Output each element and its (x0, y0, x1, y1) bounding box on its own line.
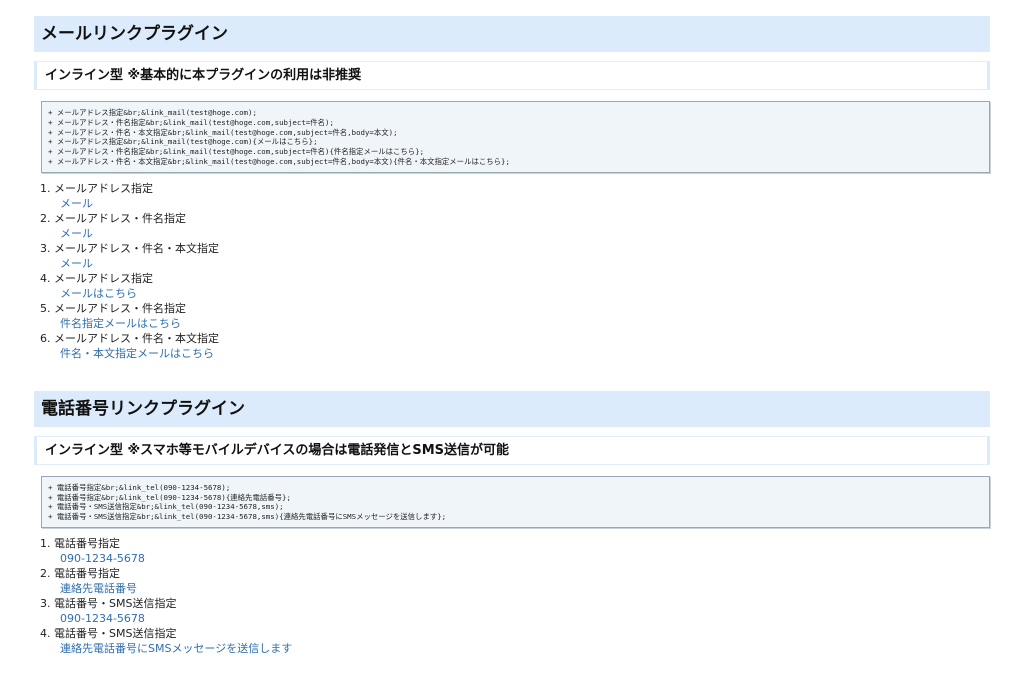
item-label: 電話番号・SMS送信指定 (54, 596, 177, 610)
list-item: 2. 電話番号指定 連絡先電話番号 (40, 566, 990, 596)
code-line: + メールアドレス・件名・本文指定&br;&link_mail(test@hog… (48, 127, 398, 137)
tel-link[interactable]: 090-1234-5678 (40, 551, 990, 566)
mail-link[interactable]: メール (40, 256, 990, 271)
code-line: + メールアドレス指定&br;&link_mail(test@hoge.com)… (48, 108, 257, 117)
item-label: メールアドレス・件名指定 (54, 301, 186, 315)
mail-link[interactable]: メール (40, 226, 990, 241)
tel-heading: 電話番号リンクプラグイン (34, 390, 990, 427)
item-number: 3. (40, 241, 51, 255)
item-number: 1. (40, 181, 51, 195)
mail-link[interactable]: メール (40, 196, 990, 211)
list-item: 3. 電話番号・SMS送信指定 090-1234-5678 (40, 596, 990, 626)
item-number: 4. (40, 271, 51, 285)
list-item: 1. 電話番号指定 090-1234-5678 (40, 536, 990, 566)
mail-link[interactable]: 件名指定メールはこちら (40, 316, 990, 331)
code-line: + 電話番号指定&br;&link_tel(090-1234-5678); (48, 482, 231, 492)
item-number: 2. (40, 566, 51, 580)
code-line: + メールアドレス指定&br;&link_mail(test@hoge.com)… (48, 137, 318, 147)
code-line: + メールアドレス・件名・本文指定&br;&link_mail(test@hog… (48, 156, 510, 166)
code-line: + 電話番号・SMS送信指定&br;&link_tel(090-1234-567… (48, 512, 447, 522)
list-item: 6. メールアドレス・件名・本文指定 件名・本文指定メールはこちら (40, 331, 990, 361)
code-line: + メールアドレス・件名指定&br;&link_mail(test@hoge.c… (48, 117, 334, 127)
tel-example-list: 1. 電話番号指定 090-1234-5678 2. 電話番号指定 連絡先電話番号 3.… (40, 536, 990, 656)
item-number: 4. (40, 626, 51, 640)
item-label: メールアドレス・件名・本文指定 (54, 241, 219, 255)
item-label: 電話番号指定 (54, 566, 120, 580)
mail-subheading: インライン型 ※基本的に本プラグインの利用は非推奨 (34, 61, 990, 90)
tel-section: 電話番号リンクプラグイン インライン型 ※スマホ等モバイルデバイスの場合は電話発… (34, 390, 990, 656)
item-label: 電話番号・SMS送信指定 (54, 626, 177, 640)
mail-link[interactable]: メールはこちら (40, 286, 990, 301)
sms-link[interactable]: 連絡先電話番号にSMSメッセージを送信します (40, 641, 990, 656)
list-item: 3. メールアドレス・件名・本文指定 メール (40, 241, 990, 271)
item-number: 6. (40, 331, 51, 345)
list-item: 2. メールアドレス・件名指定 メール (40, 211, 990, 241)
mail-link[interactable]: 件名・本文指定メールはこちら (40, 346, 990, 361)
item-label: 電話番号指定 (54, 536, 120, 550)
code-line: + 電話番号指定&br;&link_tel(090-1234-5678){連絡先… (48, 492, 291, 502)
page: メールリンクプラグイン インライン型 ※基本的に本プラグインの利用は非推奨 + … (0, 0, 1024, 656)
item-label: メールアドレス・件名指定 (54, 211, 186, 225)
tel-link[interactable]: 連絡先電話番号 (40, 581, 990, 596)
item-number: 2. (40, 211, 51, 225)
code-line: + メールアドレス・件名指定&br;&link_mail(test@hoge.c… (48, 147, 425, 157)
mail-code-block: + メールアドレス指定&br;&link_mail(test@hoge.com)… (41, 101, 990, 173)
item-number: 5. (40, 301, 51, 315)
code-line: + 電話番号・SMS送信指定&br;&link_tel(090-1234-567… (48, 502, 284, 512)
mail-heading: メールリンクプラグイン (34, 16, 990, 52)
tel-code-block: + 電話番号指定&br;&link_tel(090-1234-5678); + 電… (41, 475, 990, 528)
item-label: メールアドレス・件名・本文指定 (54, 331, 219, 345)
sms-link[interactable]: 090-1234-5678 (40, 611, 990, 626)
item-number: 3. (40, 596, 51, 610)
item-label: メールアドレス指定 (54, 181, 153, 195)
list-item: 5. メールアドレス・件名指定 件名指定メールはこちら (40, 301, 990, 331)
tel-subheading: インライン型 ※スマホ等モバイルデバイスの場合は電話発信とSMS送信が可能 (34, 435, 990, 465)
list-item: 4. 電話番号・SMS送信指定 連絡先電話番号にSMSメッセージを送信します (40, 626, 990, 656)
list-item: 4. メールアドレス指定 メールはこちら (40, 271, 990, 301)
item-label: メールアドレス指定 (54, 271, 153, 285)
mail-example-list: 1. メールアドレス指定 メール 2. メールアドレス・件名指定 メール 3. メールアド… (40, 181, 990, 361)
mail-section: メールリンクプラグイン インライン型 ※基本的に本プラグインの利用は非推奨 + … (34, 16, 990, 361)
item-number: 1. (40, 536, 51, 550)
list-item: 1. メールアドレス指定 メール (40, 181, 990, 211)
